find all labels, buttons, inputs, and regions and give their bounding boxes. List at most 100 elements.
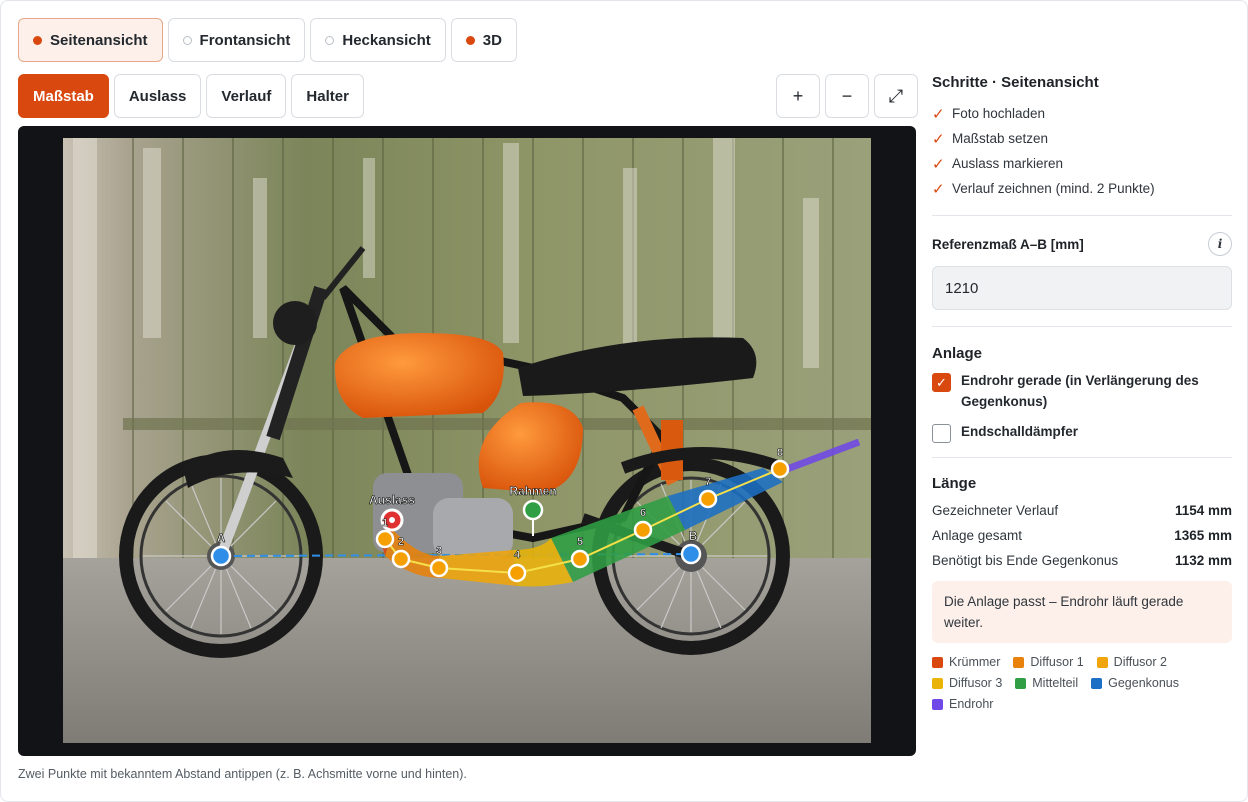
check-icon: ✓ <box>932 130 945 148</box>
reference-label: Referenzmaß A–B [mm] <box>932 236 1084 252</box>
point-label: 6 <box>640 507 646 519</box>
legend-item: Endrohr <box>932 697 993 711</box>
length-label: Anlage gesamt <box>932 528 1023 543</box>
point-label: 3 <box>436 545 442 557</box>
endrohr-label: Endrohr gerade (in Verlängerung des Gege… <box>961 373 1199 409</box>
step-label: Verlauf zeichnen (mind. 2 Punkte) <box>952 181 1155 196</box>
point-label: 7 <box>705 476 711 488</box>
canvas-hint: Zwei Punkte mit bekanntem Abstand antipp… <box>18 767 467 781</box>
endrohr-checkbox[interactable]: ✓ <box>932 373 951 392</box>
legend-item: Krümmer <box>932 655 1000 669</box>
length-label: Benötigt bis Ende Gegenkonus <box>932 553 1119 568</box>
daempfer-checkbox[interactable] <box>932 424 951 443</box>
empty-dot-icon <box>182 35 192 45</box>
legend-label: Gegenkonus <box>1108 676 1179 690</box>
view-tabs: Seitenansicht Frontansicht Heckansicht 3… <box>18 18 517 62</box>
tab-frontansicht[interactable]: Frontansicht <box>167 18 306 62</box>
check-icon: ✓ <box>932 155 945 173</box>
point-label: 1 <box>382 517 388 529</box>
tool-halter-button[interactable]: Halter <box>291 74 364 118</box>
laenge-title: Länge <box>932 475 977 492</box>
motorcycle-photo[interactable]: A B Auslass Rahmen 1 2 3 4 5 6 7 8 <box>63 138 871 743</box>
reference-label-row: Referenzmaß A–B [mm] i <box>932 232 1232 256</box>
legend-label: Diffusor 1 <box>1030 655 1084 669</box>
point-label: 4 <box>514 549 521 561</box>
length-table: Gezeichneter Verlauf 1154 mm Anlage gesam… <box>932 498 1232 573</box>
image-canvas[interactable]: A B Auslass Rahmen 1 2 3 4 5 6 7 8 <box>18 126 916 756</box>
active-dot-icon <box>33 35 42 45</box>
tab-label: Frontansicht <box>199 31 291 49</box>
marker-b-label: B <box>689 529 698 543</box>
tab-seitenansicht[interactable]: Seitenansicht <box>18 18 163 62</box>
app-frame: Seitenansicht Frontansicht Heckansicht 3… <box>0 0 1248 802</box>
length-row: Gezeichneter Verlauf 1154 mm <box>932 498 1232 523</box>
step-item: ✓ Maßstab setzen <box>932 126 1232 151</box>
option-daempfer[interactable]: Endschalldämpfer <box>932 421 1232 443</box>
step-item: ✓ Verlauf zeichnen (mind. 2 Punkte) <box>932 176 1232 201</box>
legend-label: Krümmer <box>949 655 1001 669</box>
legend-item: Gegenkonus <box>1091 676 1179 690</box>
legend-swatch <box>932 656 943 668</box>
tab-label: Seitenansicht <box>50 31 148 49</box>
tool-auslass-button[interactable]: Auslass <box>113 74 202 118</box>
check-icon: ✓ <box>932 180 945 198</box>
divider <box>932 215 1232 216</box>
status-dot-icon <box>465 35 475 45</box>
point-label: 5 <box>577 536 583 548</box>
legend-swatch <box>1013 656 1025 668</box>
point-label: 8 <box>777 447 783 459</box>
marker-a-label: A <box>217 531 226 545</box>
length-label: Gezeichneter Verlauf <box>932 503 1059 518</box>
divider <box>932 326 1232 327</box>
zoom-controls: + − ⤢ <box>776 74 918 118</box>
length-row: Anlage gesamt 1365 mm <box>932 523 1232 548</box>
info-icon[interactable]: i <box>1208 232 1232 256</box>
legend-item: Mittelteil <box>1015 676 1078 690</box>
length-value: 1154 mm <box>1174 503 1232 518</box>
marker-rahmen-label: Rahmen <box>509 484 556 498</box>
zoom-out-button[interactable]: − <box>825 74 869 118</box>
legend-swatch <box>1096 656 1108 668</box>
legend-item: Diffusor 1 <box>1013 655 1084 669</box>
steps-list: ✓ Foto hochladen ✓ Maßstab setzen ✓ Auslass… <box>932 101 1232 201</box>
length-value: 1365 mm <box>1174 528 1232 543</box>
fit-message: Die Anlage passt – Endrohr läuft gerade … <box>932 581 1232 643</box>
option-endrohr[interactable]: ✓ Endrohr gerade (in Verlängerung des Ge… <box>932 370 1232 412</box>
legend-item: Diffusor 2 <box>1096 655 1167 669</box>
legend-label: Mittelteil <box>1032 676 1079 690</box>
fit-screen-button[interactable]: ⤢ <box>874 74 918 118</box>
divider <box>932 457 1232 458</box>
tool-massstab-button[interactable]: Maßstab <box>18 74 109 118</box>
length-value: 1132 mm <box>1174 553 1232 568</box>
legend-item: Diffusor 3 <box>932 676 1002 690</box>
length-row: Benötigt bis Ende Gegenkonus 1132 mm <box>932 548 1232 573</box>
legend-swatch <box>932 677 943 689</box>
tab-3d[interactable]: 3D <box>450 18 517 62</box>
legend-swatch <box>1015 677 1027 689</box>
reference-input[interactable] <box>932 266 1232 310</box>
legend-label: Diffusor 3 <box>949 676 1003 690</box>
tab-label: 3D <box>482 31 502 49</box>
legend-label: Endrohr <box>949 697 994 711</box>
empty-dot-icon <box>325 35 335 45</box>
step-item: ✓ Foto hochladen <box>932 101 1232 126</box>
step-label: Foto hochladen <box>952 106 1046 121</box>
marker-auslass-label: Auslass <box>369 493 415 507</box>
anlage-title: Anlage <box>932 345 983 362</box>
tab-heckansicht[interactable]: Heckansicht <box>310 18 446 62</box>
steps-title: Schritte · Seitenansicht <box>932 74 1099 91</box>
side-panel: Schritte · Seitenansicht ✓ Foto hochladen… <box>932 74 1232 711</box>
daempfer-label: Endschalldämpfer <box>961 424 1079 439</box>
check-icon: ✓ <box>932 105 945 123</box>
point-label: 2 <box>398 536 404 548</box>
zoom-in-button[interactable]: + <box>776 74 820 118</box>
segment-legend: Krümmer Diffusor 1 Diffusor 2 Diffusor 3… <box>932 655 1202 711</box>
step-label: Maßstab setzen <box>952 131 1049 146</box>
step-item: ✓ Auslass markieren <box>932 151 1232 176</box>
tab-label: Heckansicht <box>342 31 431 49</box>
legend-swatch <box>1091 677 1103 689</box>
step-label: Auslass markieren <box>952 156 1064 171</box>
tool-verlauf-button[interactable]: Verlauf <box>206 74 287 118</box>
legend-swatch <box>932 698 943 710</box>
legend-label: Diffusor 2 <box>1113 655 1167 669</box>
